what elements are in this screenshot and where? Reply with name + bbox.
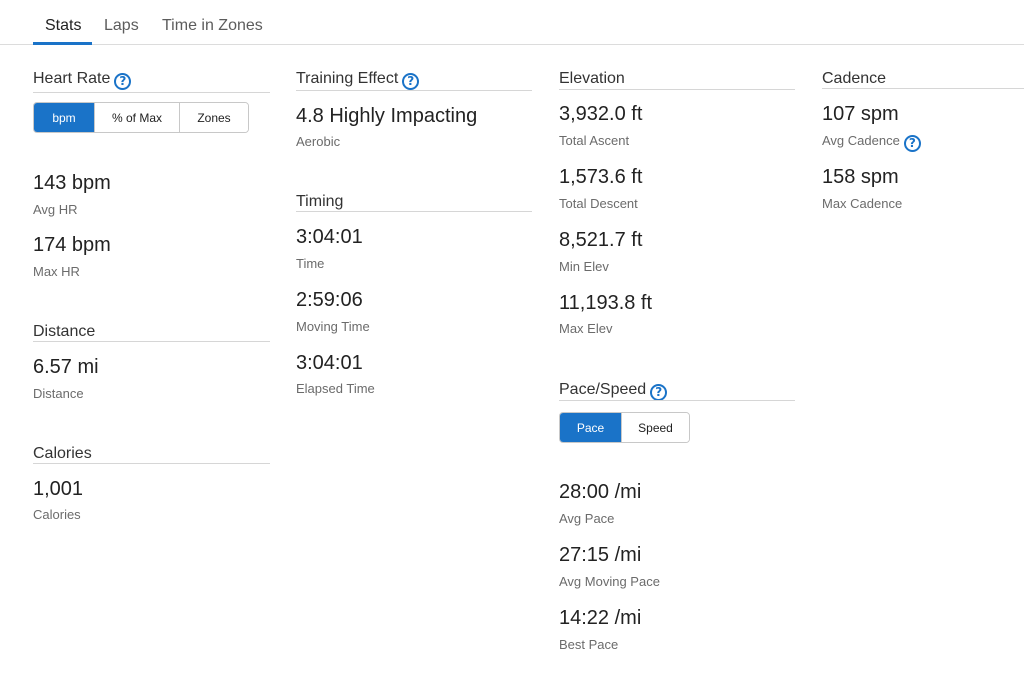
aerobic-te-value: 4.8 Highly Impacting xyxy=(296,105,478,127)
distance-label: Distance xyxy=(33,386,84,401)
max-cadence-label: Max Cadence xyxy=(822,196,903,211)
total-ascent-label: Total Ascent xyxy=(559,133,630,148)
section-divider xyxy=(296,211,532,212)
section-divider xyxy=(559,89,795,90)
active-tab-indicator xyxy=(33,42,92,45)
avg-moving-pace-value: 27:15 /mi xyxy=(559,544,642,566)
section-divider xyxy=(33,463,270,464)
aerobic-te-label: Aerobic xyxy=(296,134,341,149)
calories-value: 1,001 xyxy=(33,478,84,500)
max-elev-value: 11,193.8 ft xyxy=(559,292,653,314)
heart-rate-unit-toggle: bpm % of Max Zones xyxy=(33,102,249,133)
avg-cadence-label-text: Avg Cadence xyxy=(822,133,900,148)
section-divider xyxy=(296,90,532,91)
avg-moving-pace-label: Avg Moving Pace xyxy=(559,574,660,589)
max-cadence-value: 158 spm xyxy=(822,166,899,188)
elevation-title: Elevation xyxy=(559,70,625,87)
avg-pace-label: Avg Pace xyxy=(559,511,615,526)
section-divider xyxy=(559,400,795,401)
percent-of-max-button[interactable]: % of Max xyxy=(95,103,180,132)
avg-cadence-value: 107 spm xyxy=(822,103,899,125)
section-divider xyxy=(33,341,270,342)
calories-title: Calories xyxy=(33,445,92,462)
help-icon[interactable]: ? xyxy=(650,384,668,401)
distance-value: 6.57 mi xyxy=(33,356,99,378)
help-icon[interactable]: ? xyxy=(402,73,420,90)
avg-cadence-label: Avg Cadence? xyxy=(822,133,921,152)
speed-button[interactable]: Speed xyxy=(622,413,689,442)
section-divider xyxy=(822,88,1024,89)
max-hr-label: Max HR xyxy=(33,264,80,279)
avg-hr-value: 143 bpm xyxy=(33,172,111,194)
cadence-title: Cadence xyxy=(822,70,887,87)
tab-time-in-zones[interactable]: Time in Zones xyxy=(162,16,263,36)
elapsed-time-label: Elapsed Time xyxy=(296,381,375,396)
training-effect-title-text: Training Effect xyxy=(296,70,399,87)
best-pace-label: Best Pace xyxy=(559,637,619,652)
avg-pace-value: 28:00 /mi xyxy=(559,481,642,503)
zones-button[interactable]: Zones xyxy=(180,103,248,132)
pace-speed-toggle: Pace Speed xyxy=(559,412,690,443)
max-elev-label: Max Elev xyxy=(559,321,613,336)
pace-button[interactable]: Pace xyxy=(560,413,622,442)
pace-speed-title-text: Pace/Speed xyxy=(559,381,647,398)
training-effect-title: Training Effect? xyxy=(296,69,420,90)
heart-rate-title: Heart Rate? xyxy=(33,69,132,90)
distance-title: Distance xyxy=(33,323,96,340)
calories-label: Calories xyxy=(33,507,81,522)
moving-time-value: 2:59:06 xyxy=(296,289,363,311)
timing-title: Timing xyxy=(296,193,344,210)
heart-rate-title-text: Heart Rate xyxy=(33,70,111,87)
help-icon[interactable]: ? xyxy=(903,135,921,152)
min-elev-value: 8,521.7 ft xyxy=(559,229,643,251)
tab-laps[interactable]: Laps xyxy=(104,16,139,36)
min-elev-label: Min Elev xyxy=(559,259,609,274)
time-value: 3:04:01 xyxy=(296,226,363,248)
bpm-button[interactable]: bpm xyxy=(34,103,95,132)
pace-speed-title: Pace/Speed? xyxy=(559,380,668,401)
tab-stats[interactable]: Stats xyxy=(45,16,81,36)
time-label: Time xyxy=(296,256,325,271)
max-hr-value: 174 bpm xyxy=(33,234,111,256)
elapsed-time-value: 3:04:01 xyxy=(296,352,363,374)
help-icon[interactable]: ? xyxy=(114,73,132,90)
best-pace-value: 14:22 /mi xyxy=(559,607,642,629)
total-descent-label: Total Descent xyxy=(559,196,638,211)
total-descent-value: 1,573.6 ft xyxy=(559,166,643,188)
avg-hr-label: Avg HR xyxy=(33,202,78,217)
moving-time-label: Moving Time xyxy=(296,319,370,334)
stats-tab-bar: Stats Laps Time in Zones xyxy=(0,0,1024,45)
total-ascent-value: 3,932.0 ft xyxy=(559,103,643,125)
section-divider xyxy=(33,92,270,93)
